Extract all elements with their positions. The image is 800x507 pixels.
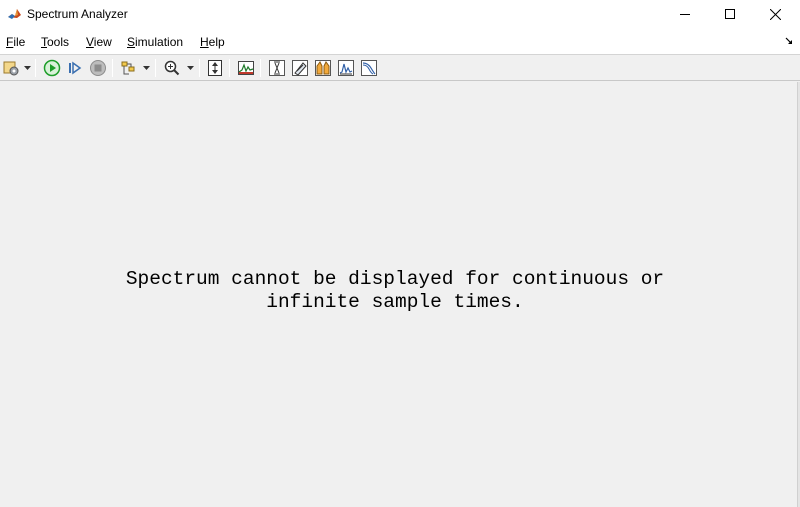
menu-simulation[interactable]: Simulation (127, 35, 183, 49)
undock-arrow-icon[interactable] (785, 36, 795, 46)
menu-simulation-mnemonic: S (127, 35, 136, 49)
menu-help-label: elp (208, 35, 225, 49)
minimize-button[interactable] (662, 0, 708, 28)
spectrum-settings-button[interactable] (236, 58, 256, 78)
menu-file-label: ile (13, 35, 26, 49)
cursor-measurements-icon (269, 60, 285, 76)
title-bar[interactable]: Spectrum Analyzer (0, 0, 800, 28)
channel-measurements-button[interactable] (313, 58, 333, 78)
channel-measurements-icon (315, 60, 331, 76)
menu-view-label: iew (93, 35, 112, 49)
toolbar-separator (260, 59, 261, 77)
zoom-in-button[interactable] (162, 58, 182, 78)
distortion-measurements-button[interactable] (336, 58, 356, 78)
ccdf-measurements-icon (361, 60, 377, 76)
menu-help[interactable]: Help (200, 35, 225, 49)
status-message-line-2: infinite sample times. (266, 291, 524, 313)
menu-file[interactable]: File (6, 35, 25, 49)
toolbar-separator (199, 59, 200, 77)
menu-bar: File Tools View Simulation Help (0, 28, 800, 54)
menu-view[interactable]: View (86, 35, 112, 49)
toolbar-separator (229, 59, 230, 77)
menu-help-mnemonic: H (200, 35, 209, 49)
highlight-signal-button[interactable] (119, 58, 139, 78)
chevron-down-icon[interactable] (143, 66, 150, 71)
status-message: Spectrum cannot be displayed for continu… (0, 268, 790, 314)
toolbar-separator (155, 59, 156, 77)
peak-finder-button[interactable] (290, 58, 310, 78)
peak-finder-icon (292, 60, 308, 76)
chevron-down-icon[interactable] (187, 66, 194, 71)
highlight-signal-icon (121, 61, 135, 75)
maximize-button[interactable] (707, 0, 753, 28)
close-icon (769, 8, 781, 20)
menu-tools[interactable]: Tools (41, 35, 69, 49)
ccdf-measurements-button[interactable] (359, 58, 379, 78)
menu-tools-label: ools (47, 35, 70, 49)
close-button[interactable] (752, 0, 798, 28)
spectrum-display-area: Spectrum cannot be displayed for continu… (0, 82, 800, 507)
matlab-membrane-icon (7, 6, 22, 21)
toolbar (0, 54, 800, 81)
run-button[interactable] (42, 58, 62, 78)
run-icon (43, 59, 61, 77)
step-forward-icon (69, 61, 82, 75)
stop-button[interactable] (88, 58, 108, 78)
minimize-icon (680, 14, 690, 15)
toolbar-separator (112, 59, 113, 77)
step-forward-button[interactable] (65, 58, 85, 78)
distortion-measurements-icon (338, 60, 354, 76)
settings-button[interactable] (1, 58, 21, 78)
status-message-line-1: Spectrum cannot be displayed for continu… (125, 268, 665, 290)
spectrum-settings-icon (238, 61, 254, 75)
chevron-down-icon[interactable] (24, 66, 31, 71)
zoom-in-icon (164, 60, 180, 76)
maximize-icon (725, 9, 735, 19)
settings-icon (3, 61, 19, 76)
window-title: Spectrum Analyzer (27, 7, 128, 21)
scale-axes-button[interactable] (205, 58, 225, 78)
cursor-measurements-button[interactable] (267, 58, 287, 78)
stop-icon (90, 60, 106, 76)
toolbar-separator (35, 59, 36, 77)
menu-view-mnemonic: V (86, 35, 94, 49)
scale-axes-icon (208, 60, 222, 76)
menu-simulation-label: imulation (135, 35, 184, 49)
